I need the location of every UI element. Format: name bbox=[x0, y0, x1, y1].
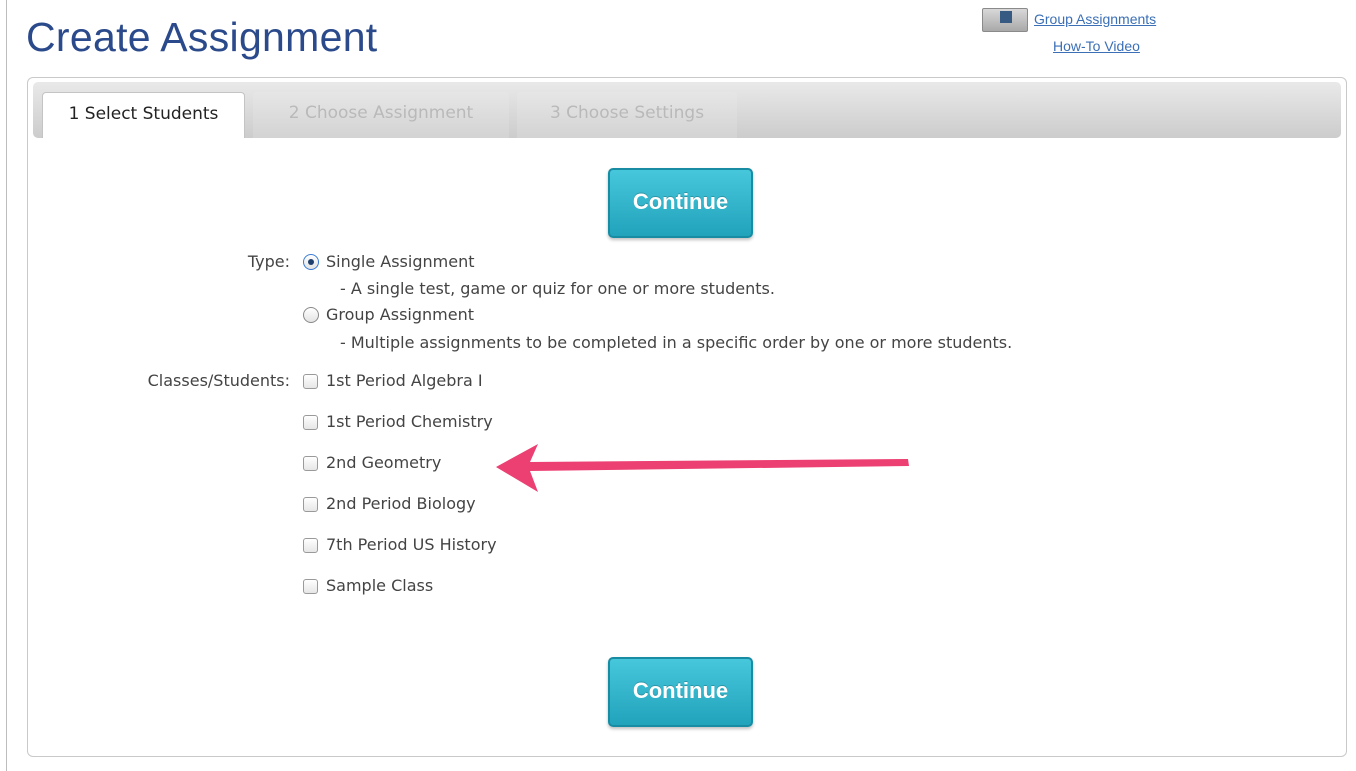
group-assignment-description: - Multiple assignments to be completed i… bbox=[340, 333, 1013, 352]
single-assignment-radio[interactable] bbox=[303, 254, 319, 270]
class-label-7th-period-us-history[interactable]: 7th Period US History bbox=[326, 535, 497, 554]
video-icon[interactable] bbox=[982, 8, 1028, 32]
class-checkbox-2nd-period-biology[interactable] bbox=[303, 497, 318, 512]
class-checkbox-2nd-geometry[interactable] bbox=[303, 456, 318, 471]
type-label: Type: bbox=[247, 252, 290, 271]
class-label-sample-class[interactable]: Sample Class bbox=[326, 576, 433, 595]
group-assignment-label[interactable]: Group Assignment bbox=[326, 305, 474, 324]
continue-button-top[interactable]: Continue bbox=[608, 168, 753, 238]
tab-choose-assignment[interactable]: 2 Choose Assignment bbox=[253, 92, 509, 138]
class-checkbox-1st-period-chemistry[interactable] bbox=[303, 415, 318, 430]
class-label-2nd-period-biology[interactable]: 2nd Period Biology bbox=[326, 494, 476, 513]
continue-button-bottom[interactable]: Continue bbox=[608, 657, 753, 727]
class-checkbox-1st-period-algebra-i[interactable] bbox=[303, 374, 318, 389]
class-label-1st-period-chemistry[interactable]: 1st Period Chemistry bbox=[326, 412, 493, 431]
left-border-line bbox=[6, 0, 7, 771]
how-to-video-link-group[interactable]: Group Assignments How-To Video bbox=[982, 8, 1192, 60]
class-checkbox-7th-period-us-history[interactable] bbox=[303, 538, 318, 553]
single-assignment-description: - A single test, game or quiz for one or… bbox=[340, 279, 775, 298]
group-assignment-radio[interactable] bbox=[303, 307, 319, 323]
tab-select-students[interactable]: 1 Select Students bbox=[42, 92, 245, 138]
group-assignments-video-link[interactable]: Group Assignments bbox=[1034, 11, 1156, 27]
how-to-video-link[interactable]: How-To Video bbox=[1053, 38, 1140, 54]
annotation-arrow-icon bbox=[496, 444, 909, 492]
page-title: Create Assignment bbox=[26, 14, 378, 60]
single-assignment-label[interactable]: Single Assignment bbox=[326, 252, 474, 271]
class-label-1st-period-algebra-i[interactable]: 1st Period Algebra I bbox=[326, 371, 483, 390]
class-checkbox-sample-class[interactable] bbox=[303, 579, 318, 594]
classes-students-label: Classes/Students: bbox=[147, 371, 290, 390]
class-label-2nd-geometry[interactable]: 2nd Geometry bbox=[326, 453, 441, 472]
wizard-tab-bar: 1 Select Students 2 Choose Assignment 3 … bbox=[33, 82, 1341, 138]
tab-choose-settings[interactable]: 3 Choose Settings bbox=[517, 92, 737, 138]
